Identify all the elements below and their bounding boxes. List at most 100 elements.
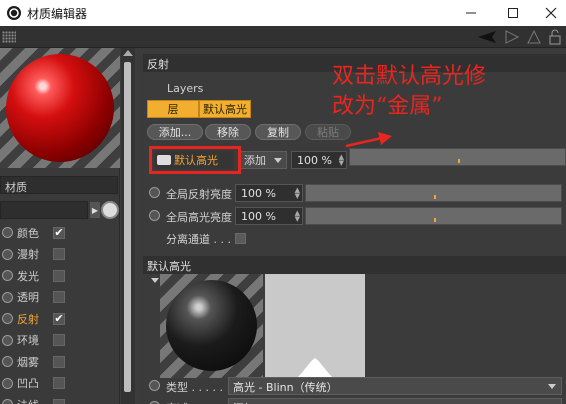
channel-item[interactable]: 反射 ✔ [0, 308, 120, 330]
spinner-icon[interactable]: ▲ ▼ [339, 154, 344, 167]
window-title: 材质编辑器 [27, 7, 88, 21]
channel-checkbox[interactable] [53, 269, 65, 282]
tab-default-specular[interactable]: 默认高光 [199, 100, 251, 118]
separate-pass-label: 分离通道 . . . . [166, 233, 238, 246]
collapse-triangle-icon[interactable] [151, 278, 159, 283]
channel-item[interactable]: 发光 [0, 265, 120, 287]
grip-handle[interactable] [2, 31, 16, 43]
global-reflect-input[interactable]: 100 % ▲ ▼ [235, 184, 303, 202]
channel-checkbox[interactable] [53, 355, 65, 368]
channel-radio[interactable] [2, 227, 13, 239]
material-name-field[interactable]: 材质 [0, 176, 118, 194]
channel-radio[interactable] [2, 334, 13, 346]
specular-section-title: 默认高光 [143, 256, 566, 274]
channel-checkbox[interactable]: ✔ [53, 225, 65, 239]
channel-radio[interactable] [2, 313, 13, 325]
copy-layer-button[interactable]: 复制 [255, 124, 301, 140]
add-layer-button[interactable]: 添加... [147, 124, 203, 140]
channel-radio[interactable] [2, 356, 13, 368]
chevron-down-icon [274, 158, 282, 163]
layer-blend-dropdown[interactable]: 添加 [239, 151, 287, 169]
global-specular-value: 100 % [241, 209, 276, 223]
layer-strength-value: 100 % [297, 153, 332, 167]
global-specular-slider[interactable] [305, 207, 562, 225]
minimize-icon [466, 12, 476, 14]
layer-strength-input[interactable]: 100 % ▲ ▼ [291, 151, 347, 169]
channel-checkbox[interactable] [53, 334, 65, 347]
global-reflect-radio[interactable] [149, 187, 160, 198]
channel-label: 环境 [17, 334, 39, 348]
channel-label: 反射 [17, 312, 39, 326]
global-reflect-label: 全局反射亮度 [166, 188, 232, 201]
minimize-button[interactable] [456, 2, 486, 24]
remove-layer-button[interactable]: 移除 [205, 124, 251, 140]
global-specular-radio[interactable] [149, 210, 160, 221]
layer-preview[interactable] [160, 274, 263, 378]
channel-radio[interactable] [2, 291, 13, 303]
pick-icon[interactable] [101, 201, 119, 219]
maximize-icon [508, 8, 518, 18]
material-link-field[interactable] [0, 201, 88, 219]
material-preview[interactable] [0, 48, 120, 168]
attenuation-dropdown[interactable]: 添加 [228, 398, 562, 404]
layers-label: Layers [167, 82, 204, 95]
annotation-text: 双击默认高光修 改为“金属” [332, 64, 487, 119]
global-specular-input[interactable]: 100 % ▲ ▼ [235, 207, 303, 225]
specular-type-label: 类型 . . . . . [166, 381, 223, 394]
up-arrow-icon[interactable] [526, 29, 542, 45]
slider-marker [434, 218, 436, 222]
channel-label: 烟雾 [17, 355, 39, 369]
global-reflect-slider[interactable] [305, 184, 562, 202]
material-preview-sphere [6, 54, 114, 162]
channel-radio[interactable] [2, 399, 13, 404]
channel-checkbox[interactable]: ✔ [53, 311, 65, 325]
spinner-icon[interactable]: ▲ ▼ [295, 187, 300, 200]
check-icon: ✔ [54, 225, 64, 239]
global-specular-label: 全局高光亮度 [166, 211, 232, 224]
channel-item[interactable]: 法线 [0, 394, 120, 404]
link-arrow-button[interactable]: ▶ [90, 202, 100, 218]
channel-item[interactable]: 烟雾 [0, 351, 120, 373]
channel-checkbox[interactable] [53, 248, 65, 261]
material-link-row: ▶ [0, 201, 120, 219]
channel-item[interactable]: 透明 [0, 287, 120, 309]
separate-pass-checkbox[interactable] [235, 233, 246, 244]
close-button[interactable] [536, 2, 566, 24]
left-panel: 材质 ▶ 颜色 ✔ 漫射发光透明反射 ✔ 环境烟雾凹凸法线 [0, 48, 120, 404]
annotation-arrow [345, 132, 392, 148]
channel-label: 法线 [17, 397, 39, 404]
app-icon [7, 6, 21, 20]
scroll-up-icon[interactable] [123, 50, 133, 56]
specular-type-dropdown[interactable]: 高光 - Blinn（传统） [228, 377, 562, 395]
channel-radio[interactable] [2, 377, 13, 389]
specular-type-radio[interactable] [149, 380, 160, 391]
channel-label: 发光 [17, 269, 39, 283]
channel-radio[interactable] [2, 270, 13, 282]
close-icon [545, 7, 557, 19]
lock-icon[interactable] [548, 29, 562, 45]
maximize-button[interactable] [498, 2, 528, 24]
spinner-icon[interactable]: ▲ ▼ [295, 210, 300, 223]
channel-item[interactable]: 环境 [0, 330, 120, 352]
specular-type-value: 高光 - Blinn（传统） [233, 381, 338, 394]
channel-label: 透明 [17, 291, 39, 305]
global-reflect-value: 100 % [241, 186, 276, 200]
left-scrollbar[interactable] [121, 48, 135, 404]
scrollbar-thumb[interactable] [124, 62, 131, 392]
channel-item[interactable]: 颜色 ✔ [0, 222, 120, 244]
channel-checkbox[interactable] [53, 291, 65, 304]
back-arrow-icon[interactable] [476, 29, 498, 45]
specular-curve-graph [265, 274, 365, 378]
channel-radio[interactable] [2, 248, 13, 260]
attenuation-label: 衰减 [166, 400, 188, 404]
slider-marker [458, 159, 460, 163]
channel-label: 颜色 [17, 226, 39, 240]
check-icon: ✔ [54, 311, 64, 325]
channel-item[interactable]: 漫射 [0, 244, 120, 266]
channel-checkbox[interactable] [53, 398, 65, 404]
channel-checkbox[interactable] [53, 377, 65, 390]
forward-arrow-icon[interactable] [504, 29, 520, 45]
channel-label: 漫射 [17, 248, 39, 262]
tab-layer[interactable]: 层 [147, 100, 199, 118]
channel-item[interactable]: 凹凸 [0, 373, 120, 395]
